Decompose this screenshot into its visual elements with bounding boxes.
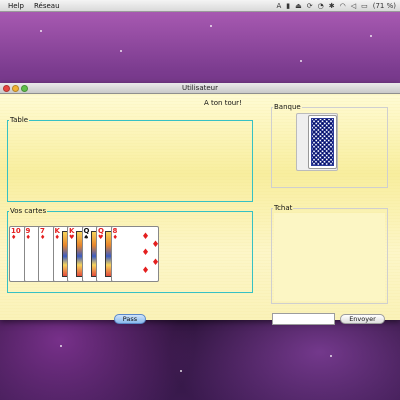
wallpaper-star [120,50,122,52]
card-suit-icon: ♠ [83,234,89,241]
bluetooth-icon[interactable]: ✱ [329,2,335,10]
your-cards-label: Vos cartes [10,207,47,215]
wallpaper-star [180,370,182,372]
sync-icon[interactable]: ⟳ [307,2,313,10]
user-window: Utilisateur A ton tour! Table Vos cartes… [0,83,400,325]
card-suit-icon: ♦ [25,234,31,241]
wallpaper-star [370,35,372,37]
chat-label: Tchat [274,204,293,212]
turn-message: A ton tour! [204,99,242,107]
wallpaper-star [300,60,302,62]
card-suit-icon: ♦ [54,234,60,241]
card-pip-icon: ♦ [141,232,150,242]
wallpaper-star [40,30,42,32]
playing-card[interactable]: 8 ♦ ♦ ♦ ♦ ♦ ♦ [110,226,160,282]
battery-percent: (71 %) [372,1,396,10]
window-content: A ton tour! Table Vos cartes Banque Tcha… [0,95,400,325]
wallpaper-star [60,345,62,347]
eject-icon[interactable]: ⏏ [295,2,302,10]
table-panel: Table [7,116,253,202]
input-source-icon[interactable]: A [276,2,281,10]
send-button[interactable]: Envoyer [340,314,385,324]
volume-icon[interactable]: ▮ [286,2,290,10]
timemachine-icon[interactable]: ◔ [318,2,324,10]
card-back[interactable] [308,115,337,169]
close-window-button[interactable] [3,85,10,92]
card-pip-icon: ♦ [141,266,150,276]
bank-label: Banque [274,103,301,111]
chat-input[interactable] [272,313,335,325]
wallpaper-star [330,355,332,357]
chat-log[interactable] [274,213,385,301]
battery-icon[interactable]: ▭ [361,2,368,10]
minimize-window-button[interactable] [12,85,19,92]
card-suit-icon: ♦ [40,234,46,241]
card-suit-icon: ♦ [11,234,17,241]
chat-panel: Tchat [271,204,388,304]
window-titlebar[interactable]: Utilisateur [0,83,400,94]
card-suit-icon: ♦ [112,234,118,241]
card-suit-icon: ♥ [98,234,104,241]
menu-reseau[interactable]: Réseau [34,2,60,10]
window-title: Utilisateur [181,84,218,92]
wallpaper-star [210,25,212,27]
table-label: Table [10,116,29,124]
menu-help[interactable]: Help [8,2,24,10]
menu-bar: Help Réseau A ▮ ⏏ ⟳ ◔ ✱ ◠ ◁ ▭ (71 %) [0,0,400,12]
wifi-icon[interactable]: ◠ [340,2,346,10]
deck-pile[interactable] [296,113,338,171]
zoom-window-button[interactable] [21,85,28,92]
card-suit-icon: ♥ [69,234,75,241]
card-pip-icon: ♦ [141,248,150,258]
sound-icon[interactable]: ◁ [351,2,356,10]
pass-button[interactable]: Pass [114,314,146,324]
card-pip-icon: ♦ [151,258,160,268]
hand-of-cards: 10♦♦♦♦♦♦9♦♦♦♦♦♦7♦♦♦♦♦♦K♦♦♦♦♦♦K♥♥♥♥♥♥Q♠♠♠… [9,226,165,282]
card-pip-icon: ♦ [151,240,160,250]
